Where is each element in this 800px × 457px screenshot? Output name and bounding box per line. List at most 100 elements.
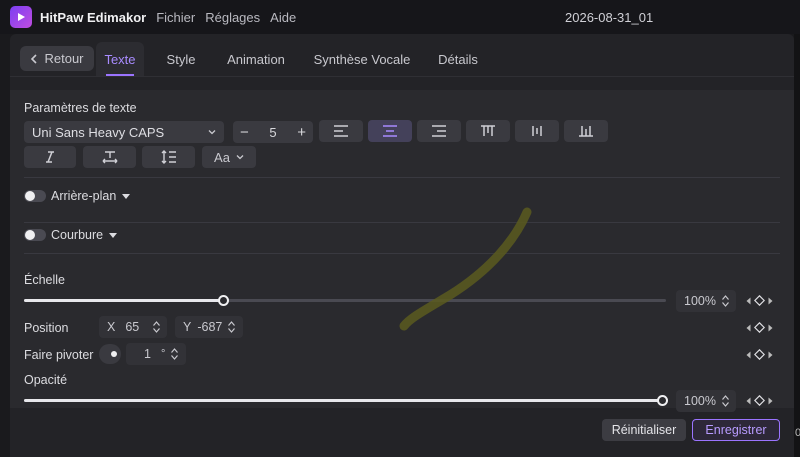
tab-synthese-vocale[interactable]: Synthèse Vocale [310, 42, 414, 76]
arrow-up-icon[interactable] [171, 348, 179, 353]
next-keyframe-icon[interactable] [768, 297, 773, 305]
caret-down-icon [109, 232, 118, 238]
rotate-dial[interactable] [99, 344, 121, 364]
font-select[interactable]: Uni Sans Heavy CAPS [24, 121, 224, 143]
arrow-down-icon[interactable] [722, 402, 729, 407]
add-keyframe-icon[interactable] [754, 295, 765, 306]
font-size-value: 5 [269, 124, 277, 140]
align-middle-icon [532, 126, 542, 136]
minus-icon[interactable]: − [240, 124, 249, 141]
arrow-up-icon[interactable] [722, 295, 729, 300]
scale-spinner[interactable] [722, 295, 729, 307]
section-divider [24, 253, 780, 254]
font-size-stepper[interactable]: − 5 + [233, 121, 313, 143]
background-label-text: Arrière-plan [51, 189, 117, 203]
curvature-label[interactable]: Courbure [51, 228, 118, 242]
save-button-label: Enregistrer [705, 423, 767, 437]
align-left-button[interactable] [319, 120, 363, 142]
background-toggle[interactable] [24, 190, 46, 202]
position-label: Position [24, 321, 69, 335]
add-keyframe-icon[interactable] [754, 349, 765, 360]
opacity-spinner[interactable] [722, 395, 729, 407]
align-middle-button[interactable] [515, 120, 559, 142]
edge-digit: 0 [795, 427, 800, 439]
rotate-unit: ° [160, 348, 166, 360]
prev-keyframe-icon[interactable] [746, 397, 751, 405]
letter-spacing-button[interactable] [83, 146, 136, 168]
tab-synthese-vocale-label: Synthèse Vocale [313, 51, 411, 67]
tab-style[interactable]: Style [158, 42, 204, 76]
reset-button[interactable]: Réinitialiser [602, 419, 686, 441]
chevron-down-icon [208, 130, 216, 135]
tab-details-label: Détails [438, 51, 478, 67]
plus-icon[interactable]: + [297, 124, 306, 141]
curvature-toggle[interactable] [24, 229, 46, 241]
position-y-value: -687 [197, 320, 223, 334]
back-button-label: Retour [44, 51, 84, 66]
next-keyframe-icon[interactable] [768, 324, 773, 332]
tab-details[interactable]: Détails [430, 42, 486, 76]
align-left-icon [334, 125, 348, 137]
prev-keyframe-icon[interactable] [746, 324, 751, 332]
scale-value: 100% [684, 294, 716, 308]
position-y-spinner[interactable] [228, 321, 236, 333]
scale-slider-thumb[interactable] [218, 295, 229, 306]
arrow-down-icon[interactable] [153, 328, 161, 333]
arrow-up-icon[interactable] [153, 321, 161, 326]
align-bottom-button[interactable] [564, 120, 608, 142]
menu-aide[interactable]: Aide [270, 10, 296, 25]
opacity-slider-thumb[interactable] [657, 395, 668, 406]
rotate-dial-knob [111, 351, 117, 357]
align-bottom-icon [579, 126, 593, 137]
opacity-slider[interactable] [24, 395, 668, 406]
caret-down-icon [122, 193, 131, 199]
right-edge-panel [794, 34, 800, 457]
scale-slider[interactable] [24, 295, 666, 306]
arrow-up-icon[interactable] [228, 321, 236, 326]
rotate-label: Faire pivoter [24, 348, 94, 362]
opacity-value: 100% [684, 394, 716, 408]
align-top-button[interactable] [466, 120, 510, 142]
next-keyframe-icon[interactable] [768, 351, 773, 359]
menu-reglages[interactable]: Réglages [205, 10, 260, 25]
add-keyframe-icon[interactable] [754, 322, 765, 333]
prev-keyframe-icon[interactable] [746, 297, 751, 305]
tab-bar: Retour Texte Style Animation Synthèse Vo… [10, 34, 794, 80]
section-divider [24, 222, 780, 223]
text-case-select[interactable]: Aa [202, 146, 256, 168]
text-case-label: Aa [214, 149, 230, 165]
scale-value-box[interactable]: 100% [676, 290, 736, 312]
tab-animation[interactable]: Animation [218, 42, 294, 76]
position-x-input[interactable]: X 65 [99, 316, 167, 338]
curvature-label-text: Courbure [51, 228, 104, 242]
add-keyframe-icon[interactable] [754, 395, 765, 406]
align-center-icon [383, 125, 397, 137]
tab-texte[interactable]: Texte [96, 42, 144, 76]
rotate-spinner[interactable] [171, 348, 179, 360]
next-keyframe-icon[interactable] [768, 397, 773, 405]
prev-keyframe-icon[interactable] [746, 351, 751, 359]
rotate-keyframe-nav [746, 349, 773, 360]
rotate-value-box[interactable]: 1 ° [126, 343, 186, 365]
back-button[interactable]: Retour [20, 46, 94, 71]
position-x-spinner[interactable] [153, 321, 161, 333]
italic-button[interactable] [24, 146, 76, 168]
position-x-axis: X [107, 320, 116, 334]
align-center-button[interactable] [368, 120, 412, 142]
arrow-down-icon[interactable] [228, 328, 236, 333]
background-label[interactable]: Arrière-plan [51, 189, 131, 203]
position-x-value: 65 [125, 320, 140, 334]
arrow-up-icon[interactable] [722, 395, 729, 400]
line-spacing-button[interactable] [142, 146, 195, 168]
position-keyframe-nav [746, 322, 773, 333]
arrow-down-icon[interactable] [171, 355, 179, 360]
menu-fichier[interactable]: Fichier [156, 10, 195, 25]
tab-animation-label: Animation [227, 51, 285, 67]
align-right-icon [432, 125, 446, 137]
arrow-down-icon[interactable] [722, 302, 729, 307]
align-right-button[interactable] [417, 120, 461, 142]
save-button[interactable]: Enregistrer [692, 419, 780, 441]
position-y-input[interactable]: Y -687 [175, 316, 243, 338]
font-select-value: Uni Sans Heavy CAPS [32, 124, 165, 140]
opacity-value-box[interactable]: 100% [676, 390, 736, 412]
